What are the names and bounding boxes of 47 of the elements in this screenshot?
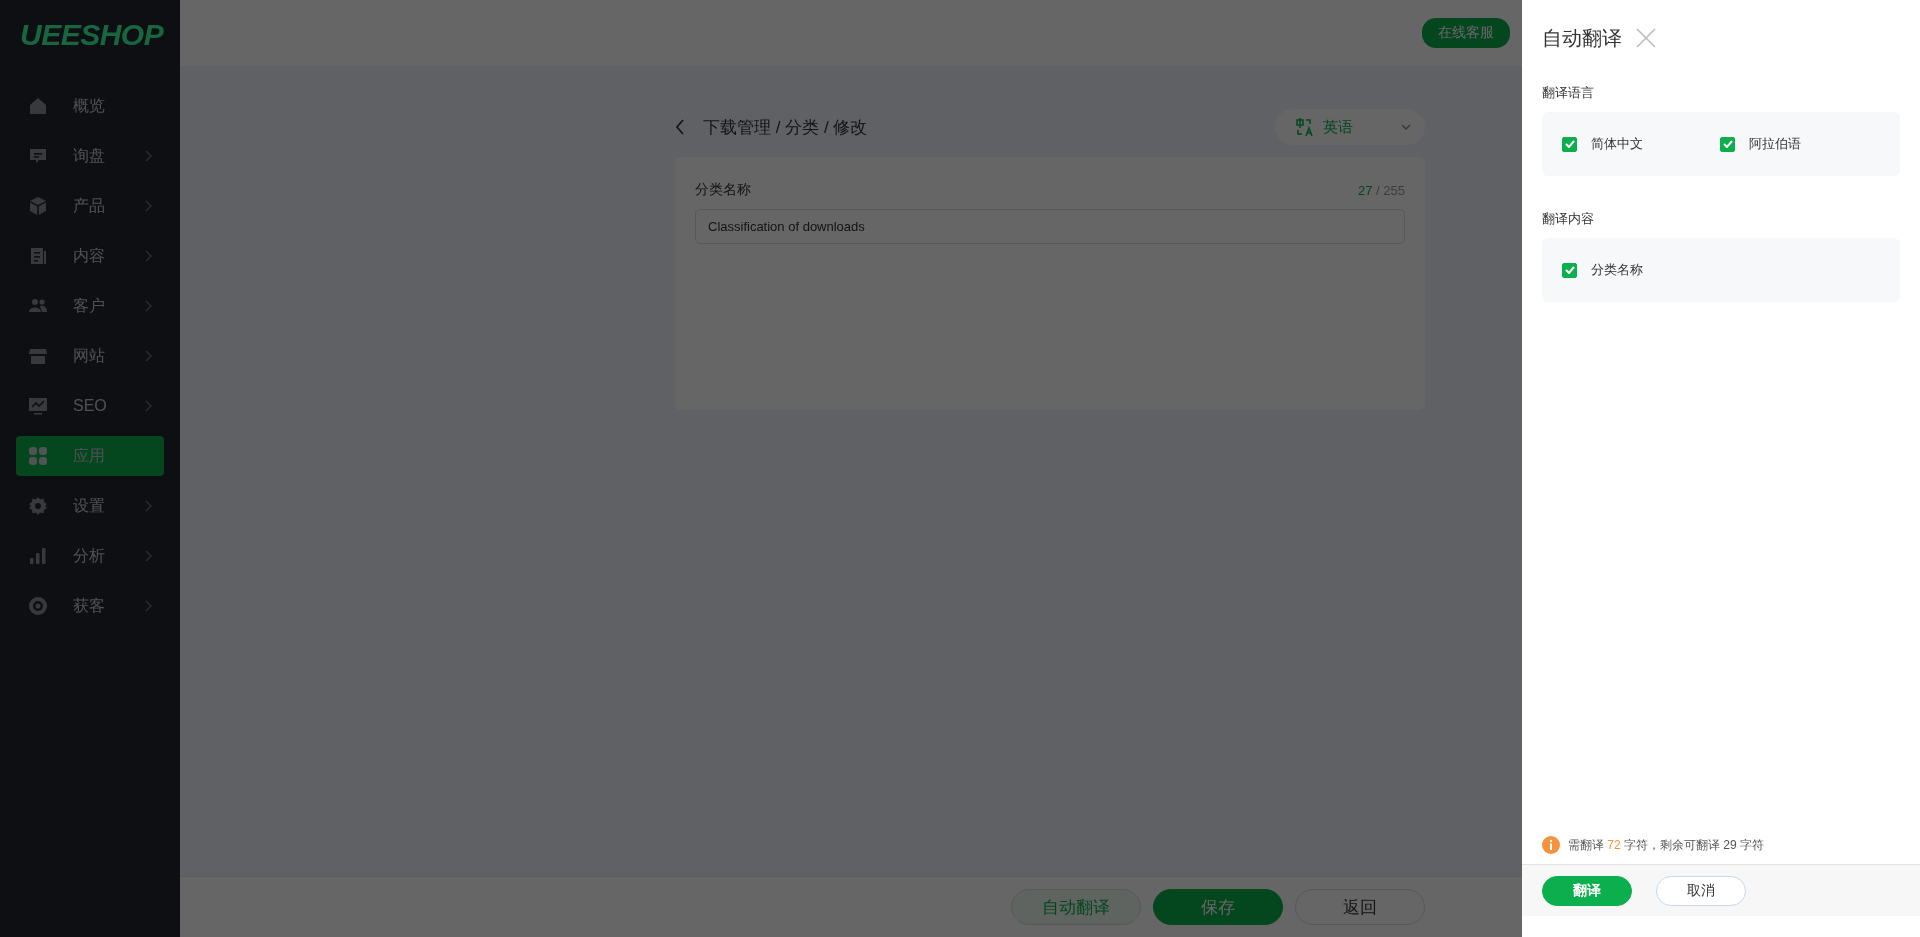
- sidebar-item[interactable]: 应用: [16, 436, 164, 476]
- sidebar-item[interactable]: 获客: [16, 586, 164, 626]
- info-icon: [1542, 836, 1560, 854]
- sidebar-item[interactable]: 概览: [16, 86, 164, 126]
- chat-icon: [28, 146, 48, 166]
- gear-icon: [28, 496, 48, 516]
- cube-icon: [28, 196, 48, 216]
- language-select[interactable]: 英语: [1275, 109, 1425, 145]
- section-label: 翻译语言: [1542, 84, 1595, 102]
- field-label: 分类名称: [695, 181, 751, 199]
- sidebar-item[interactable]: 内容: [16, 236, 164, 276]
- caret-icon: [1401, 124, 1411, 130]
- section-label: 翻译内容: [1542, 210, 1595, 228]
- support-button[interactable]: 在线客服: [1422, 18, 1510, 48]
- breadcrumb: 下载管理 / 分类 / 修改: [703, 116, 869, 139]
- notice-text: 需翻译 72 字符，剩余可翻译 29 字符: [1568, 836, 1765, 854]
- checkbox-option[interactable]: 阿拉伯语: [1720, 135, 1878, 153]
- bar-chart-icon: [28, 546, 48, 566]
- sidebar-item[interactable]: 网站: [16, 336, 164, 376]
- close-button[interactable]: [1636, 28, 1656, 48]
- translate-button[interactable]: 翻译: [1542, 875, 1632, 906]
- sidebar-item[interactable]: 分析: [16, 536, 164, 576]
- auto-translate-button[interactable]: 自动翻译: [1011, 889, 1141, 925]
- translate-icon: [1295, 117, 1315, 137]
- close-icon: [1636, 28, 1656, 48]
- checkbox[interactable]: [1720, 136, 1735, 152]
- drawer-title: 自动翻译: [1542, 25, 1622, 51]
- logo: UEESHOP: [19, 17, 165, 53]
- grid-icon: [28, 446, 48, 466]
- home-icon: [28, 96, 48, 116]
- monitor-icon: [28, 396, 48, 416]
- checkbox-option[interactable]: 分类名称: [1562, 261, 1720, 279]
- document-icon: [28, 246, 48, 266]
- chevron-left-icon: [675, 119, 685, 135]
- sidebar-item[interactable]: 询盘: [16, 136, 164, 176]
- checkbox[interactable]: [1562, 262, 1577, 278]
- checkbox-option[interactable]: 简体中文: [1562, 135, 1720, 153]
- cancel-button[interactable]: 取消: [1656, 875, 1746, 906]
- sidebar-item[interactable]: 产品: [16, 186, 164, 226]
- checkbox[interactable]: [1562, 136, 1577, 152]
- store-icon: [28, 346, 48, 366]
- sidebar-item[interactable]: SEO: [16, 386, 164, 426]
- back-button[interactable]: 返回: [1295, 889, 1425, 925]
- save-button[interactable]: 保存: [1153, 889, 1283, 925]
- sidebar-item[interactable]: 客户: [16, 286, 164, 326]
- text-input[interactable]: Classification of downloads: [695, 209, 1405, 244]
- target-icon: [28, 596, 48, 616]
